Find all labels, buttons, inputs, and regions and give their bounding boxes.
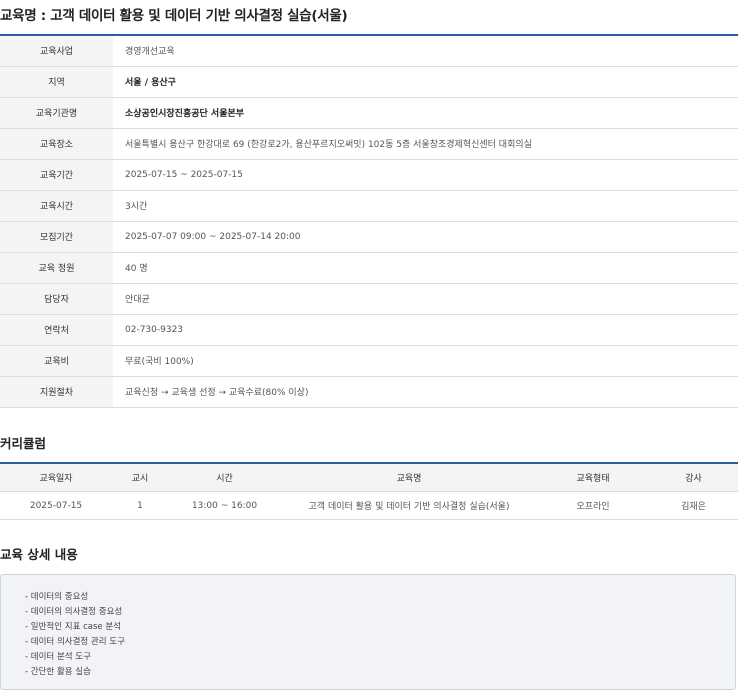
- info-value: 무료(국비 100%): [125, 357, 194, 367]
- info-value: 소상공인시장진흥공단 서울본부: [125, 109, 245, 119]
- info-value: 02-730-9323: [125, 324, 184, 335]
- info-row: 지원절차 교육신청 → 교육생 선정 → 교육수료(80% 이상): [0, 376, 738, 407]
- info-label: 교육장소: [0, 128, 113, 159]
- curriculum-cell: 오프라인: [537, 491, 649, 520]
- curriculum-cell: 2025-07-15: [0, 491, 112, 520]
- info-label: 교육기간: [0, 159, 113, 190]
- info-value: 경영개선교육: [125, 47, 175, 58]
- info-label: 교육 정원: [0, 252, 113, 283]
- course-detail-box: 데이터의 중요성데이터의 의사결정 중요성일반적인 지표 case 분석데이터 …: [0, 574, 736, 690]
- detail-heading: 교육 상세 내용: [0, 547, 78, 562]
- info-value: 서울특별시 용산구 한강대로 69 (한강로2가, 용산푸르지오써밋) 102동…: [125, 140, 532, 150]
- curriculum-column-header: 교육일자: [0, 463, 112, 492]
- page-title: 교육명 : 고객 데이터 활용 및 데이터 기반 의사결정 실습(서울): [0, 8, 348, 24]
- info-row: 교육기관명 소상공인시장진흥공단 서울본부: [0, 97, 738, 128]
- info-value: 40 명: [125, 264, 148, 274]
- curriculum-cell: 고객 데이터 활용 및 데이터 기반 의사결정 실습(서울): [281, 491, 537, 520]
- info-row: 교육사업 경영개선교육: [0, 35, 738, 66]
- detail-list: 데이터의 중요성데이터의 의사결정 중요성일반적인 지표 case 분석데이터 …: [1, 575, 735, 680]
- info-value: 교육신청 → 교육생 선정 → 교육수료(80% 이상): [125, 388, 309, 398]
- curriculum-column-header: 강사: [649, 463, 738, 492]
- detail-item: 일반적인 지표 case 분석: [25, 620, 735, 635]
- course-info-table: 교육사업 경영개선교육지역 서울 / 용산구교육기관명 소상공인시장진흥공단 서울본부…: [0, 34, 738, 408]
- info-label: 교육사업: [0, 35, 113, 66]
- info-label: 교육비: [0, 345, 113, 376]
- info-row: 교육기간 2025-07-15 ~ 2025-07-15: [0, 159, 738, 190]
- info-value: 3시간: [125, 202, 148, 212]
- info-label: 교육기관명: [0, 97, 113, 128]
- detail-item: 데이터 의사결정 관리 도구: [25, 635, 735, 650]
- curriculum-column-header: 교육형태: [537, 463, 649, 492]
- info-row: 교육 정원 40 명: [0, 252, 738, 283]
- info-value: 2025-07-07 09:00 ~ 2025-07-14 20:00: [125, 231, 301, 242]
- detail-item: 데이터 분석 도구: [25, 650, 735, 665]
- curriculum-cell: 1: [112, 491, 168, 520]
- info-row: 교육비 무료(국비 100%): [0, 345, 738, 376]
- curriculum-row: 2025-07-15 1 13:00 ~ 16:00 고객 데이터 활용 및 데이터 …: [0, 491, 738, 520]
- curriculum-heading: 커리큘럼: [0, 436, 47, 451]
- info-value: 안대균: [125, 295, 150, 305]
- detail-item: 간단한 활용 실습: [25, 665, 735, 680]
- info-row: 모집기간 2025-07-07 09:00 ~ 2025-07-14 20:00: [0, 221, 738, 252]
- info-row: 교육시간 3시간: [0, 190, 738, 221]
- info-label: 교육시간: [0, 190, 113, 221]
- curriculum-table: 교육일자 교시 시간 교육명 교육형태 강사 2025-07-15 1 13:00 ~ 16:…: [0, 462, 738, 520]
- curriculum-cell: 김재은: [649, 491, 738, 520]
- info-row: 교육장소 서울특별시 용산구 한강대로 69 (한강로2가, 용산푸르지오써밋) …: [0, 128, 738, 159]
- curriculum-column-header: 시간: [168, 463, 281, 492]
- info-value: 2025-07-15 ~ 2025-07-15: [125, 169, 243, 180]
- info-row: 담당자 안대균: [0, 283, 738, 314]
- curriculum-column-header: 교시: [112, 463, 168, 492]
- curriculum-column-header: 교육명: [281, 463, 537, 492]
- info-label: 지역: [0, 66, 113, 97]
- curriculum-cell: 13:00 ~ 16:00: [168, 491, 281, 520]
- info-value: 서울 / 용산구: [125, 78, 176, 88]
- info-label: 연락처: [0, 314, 113, 345]
- detail-item: 데이터의 의사결정 중요성: [25, 605, 735, 620]
- curriculum-header-row: 교육일자 교시 시간 교육명 교육형태 강사: [0, 463, 738, 492]
- info-label: 지원절차: [0, 376, 113, 407]
- info-label: 담당자: [0, 283, 113, 314]
- info-row: 지역 서울 / 용산구: [0, 66, 738, 97]
- info-row: 연락처 02-730-9323: [0, 314, 738, 345]
- info-label: 모집기간: [0, 221, 113, 252]
- detail-item: 데이터의 중요성: [25, 590, 735, 605]
